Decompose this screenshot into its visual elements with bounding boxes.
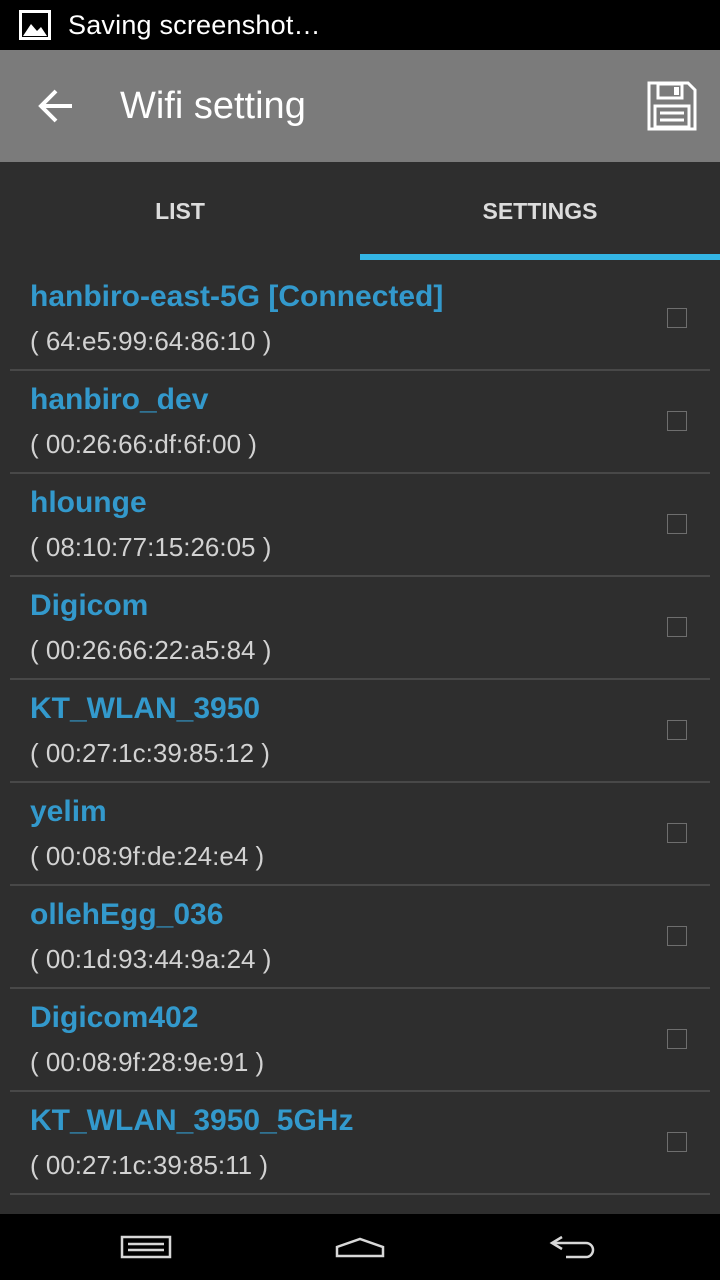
wifi-row[interactable]: yelim ( 00:08:9f:de:24:e4 ) bbox=[0, 783, 720, 886]
wifi-checkbox[interactable] bbox=[667, 926, 687, 946]
wifi-row[interactable]: hlounge ( 08:10:77:15:26:05 ) bbox=[0, 474, 720, 577]
wifi-mac: ( 00:27:1c:39:85:11 ) bbox=[30, 1150, 269, 1180]
back-nav-button[interactable] bbox=[514, 1214, 634, 1280]
tab-list[interactable]: LIST bbox=[0, 162, 360, 260]
wifi-checkbox[interactable] bbox=[667, 514, 687, 534]
wifi-name: yelim bbox=[30, 795, 107, 828]
tab-list-label: LIST bbox=[155, 197, 205, 224]
wifi-name: hanbiro_dev bbox=[30, 383, 209, 416]
wifi-name: Digicom402 bbox=[30, 1001, 199, 1034]
back-icon bbox=[549, 1235, 595, 1259]
arrow-left-icon bbox=[38, 89, 72, 123]
wifi-row[interactable]: ollehEgg_036 ( 00:1d:93:44:9a:24 ) bbox=[0, 886, 720, 989]
wifi-row[interactable]: hanbiro_dev ( 00:26:66:df:6f:00 ) bbox=[0, 371, 720, 474]
wifi-name: hanbiro-east-5G [Connected] bbox=[30, 280, 444, 313]
wifi-checkbox[interactable] bbox=[667, 1132, 687, 1152]
wifi-checkbox[interactable] bbox=[667, 823, 687, 843]
page-title: Wifi setting bbox=[120, 85, 306, 127]
wifi-mac: ( 00:08:9f:28:9e:91 ) bbox=[30, 1047, 265, 1077]
wifi-mac: ( 00:1d:93:44:9a:24 ) bbox=[30, 944, 272, 974]
wifi-name: KT_WLAN_3950_5GHz bbox=[30, 1104, 354, 1137]
status-text: Saving screenshot… bbox=[68, 9, 321, 40]
screen: Saving screenshot… Wifi setting LIST SET… bbox=[0, 0, 720, 1280]
image-icon bbox=[18, 8, 52, 42]
navigation-bar bbox=[0, 1214, 720, 1280]
wifi-checkbox[interactable] bbox=[667, 720, 687, 740]
wifi-checkbox[interactable] bbox=[667, 308, 687, 328]
wifi-row[interactable]: Digicom ( 00:26:66:22:a5:84 ) bbox=[0, 577, 720, 680]
wifi-mac: ( 00:08:9f:de:24:e4 ) bbox=[30, 841, 265, 871]
action-bar: Wifi setting bbox=[0, 50, 720, 162]
status-bar: Saving screenshot… bbox=[0, 0, 720, 50]
wifi-checkbox[interactable] bbox=[667, 617, 687, 637]
home-icon bbox=[335, 1237, 385, 1258]
wifi-mac: ( 00:27:1c:39:85:12 ) bbox=[30, 738, 270, 768]
row-divider bbox=[10, 1193, 710, 1195]
wifi-row[interactable]: hanbiro-east-5G [Connected] ( 64:e5:99:6… bbox=[0, 268, 720, 371]
wifi-mac: ( 64:e5:99:64:86:10 ) bbox=[30, 326, 272, 356]
home-button[interactable] bbox=[300, 1214, 420, 1280]
wifi-row[interactable]: KT_WLAN_3950_5GHz ( 00:27:1c:39:85:11 ) bbox=[0, 1092, 720, 1195]
wifi-row[interactable]: Digicom402 ( 00:08:9f:28:9e:91 ) bbox=[0, 989, 720, 1092]
recent-apps-button[interactable] bbox=[86, 1214, 206, 1280]
wifi-row[interactable]: KT_WLAN_3950 ( 00:27:1c:39:85:12 ) bbox=[0, 680, 720, 783]
wifi-list[interactable]: hanbiro-east-5G [Connected] ( 64:e5:99:6… bbox=[0, 268, 720, 1214]
wifi-name: hlounge bbox=[30, 486, 147, 519]
tab-selected-indicator bbox=[360, 254, 720, 260]
tab-settings-label: SETTINGS bbox=[482, 197, 598, 224]
recent-apps-icon bbox=[120, 1235, 172, 1259]
wifi-name: Digicom bbox=[30, 589, 149, 622]
wifi-name: ollehEgg_036 bbox=[30, 898, 224, 931]
wifi-mac: ( 08:10:77:15:26:05 ) bbox=[30, 532, 272, 562]
wifi-name: KT_WLAN_3950 bbox=[30, 692, 261, 725]
tab-bar: LIST SETTINGS bbox=[0, 162, 720, 260]
tab-settings[interactable]: SETTINGS bbox=[360, 162, 720, 260]
wifi-mac: ( 00:26:66:df:6f:00 ) bbox=[30, 429, 257, 459]
save-button[interactable] bbox=[638, 72, 706, 140]
wifi-mac: ( 00:26:66:22:a5:84 ) bbox=[30, 635, 272, 665]
wifi-checkbox[interactable] bbox=[667, 1029, 687, 1049]
back-button[interactable] bbox=[18, 68, 94, 144]
floppy-disk-icon bbox=[647, 81, 697, 131]
wifi-checkbox[interactable] bbox=[667, 411, 687, 431]
